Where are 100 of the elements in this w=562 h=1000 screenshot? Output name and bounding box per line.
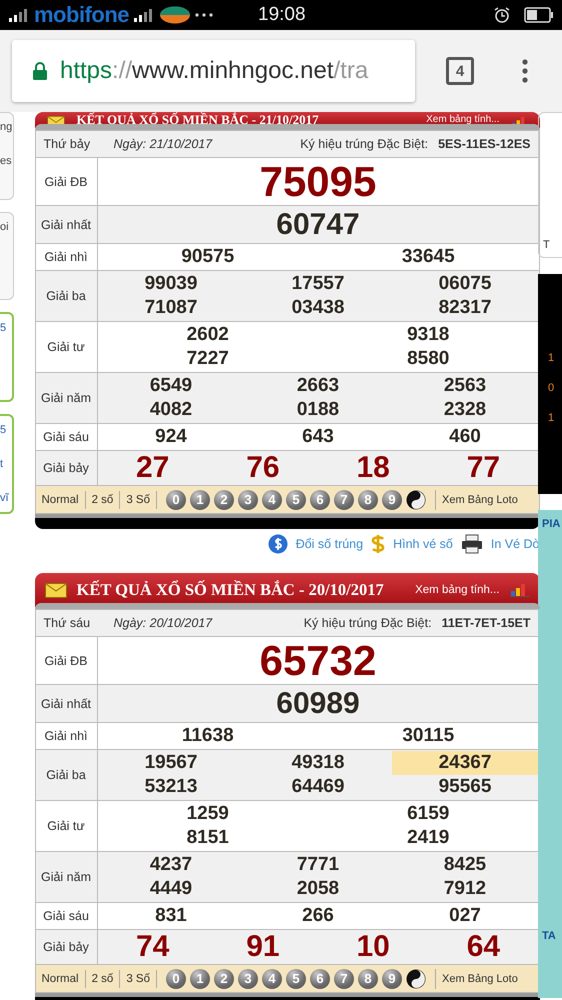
- prize-label: Giải năm: [36, 373, 98, 423]
- prize-label: Giải nhất: [36, 206, 98, 243]
- digit-ball[interactable]: 1: [190, 490, 210, 510]
- digit-ball[interactable]: 8: [358, 490, 378, 510]
- side-text: 5: [0, 322, 8, 334]
- winning-number: 4449: [148, 877, 194, 901]
- winning-number: 76: [245, 452, 281, 484]
- winning-number: 53213: [144, 775, 198, 799]
- winning-number: 71087: [144, 296, 198, 320]
- menu-icon[interactable]: [522, 59, 528, 83]
- digit-ball[interactable]: 8: [358, 968, 378, 988]
- winning-number: 831: [154, 904, 188, 928]
- digit-ball[interactable]: 5: [286, 490, 306, 510]
- digit-ball[interactable]: 3: [238, 968, 258, 988]
- winning-number: 6549: [148, 374, 194, 398]
- winning-number: 8425: [442, 853, 488, 877]
- side-text: PIA: [542, 518, 562, 530]
- side-text: 5: [0, 424, 8, 436]
- printer-icon: [460, 534, 483, 554]
- mode-tab[interactable]: 3 Số: [120, 970, 157, 988]
- winning-number: 924: [154, 425, 188, 449]
- winning-number: 7912: [442, 877, 488, 901]
- digit-ball[interactable]: 9: [382, 968, 402, 988]
- winning-number: 2419: [406, 826, 450, 850]
- winning-number: 91: [245, 931, 281, 963]
- spreadsheet-link[interactable]: Xem bảng tính...: [426, 112, 500, 128]
- special-code: 5ES-11ES-12ES: [438, 137, 530, 151]
- winning-number: 17557: [290, 272, 346, 296]
- digit-ball[interactable]: 2: [214, 968, 234, 988]
- side-text: 0: [548, 382, 556, 394]
- winning-number: 75095: [258, 159, 378, 204]
- prize-label: Giải nhì: [36, 723, 98, 749]
- winning-number: 2328: [442, 398, 488, 422]
- digit-ball[interactable]: 9: [382, 490, 402, 510]
- yin-yang-icon[interactable]: [406, 490, 426, 510]
- tab-count-button[interactable]: 4: [446, 57, 474, 85]
- digit-ball[interactable]: 0: [166, 490, 186, 510]
- winning-number: 74: [134, 931, 170, 963]
- digit-ball[interactable]: 4: [262, 490, 282, 510]
- side-text: es: [0, 155, 13, 167]
- address-bar[interactable]: https://www.minhngoc.net/tra: [12, 40, 415, 102]
- digit-ball[interactable]: 6: [310, 490, 330, 510]
- winning-number: 77: [466, 452, 502, 484]
- signal-icon: [8, 8, 30, 22]
- digit-ball[interactable]: 1: [190, 968, 210, 988]
- mode-tab[interactable]: Normal: [36, 970, 86, 988]
- spreadsheet-link[interactable]: Xem bảng tính...: [415, 584, 500, 596]
- winning-number: 0188: [296, 398, 340, 422]
- lock-icon: [32, 61, 48, 81]
- side-text: oi: [0, 221, 10, 233]
- special-code-label: Ký hiệu trúng Đặc Biệt:: [304, 616, 432, 630]
- winning-number: 06075: [438, 272, 492, 296]
- winning-number: 18: [355, 452, 391, 484]
- mode-tab[interactable]: Normal: [36, 490, 86, 508]
- winning-number: 82317: [438, 296, 492, 320]
- digit-ball[interactable]: 4: [262, 968, 282, 988]
- alarm-icon: [494, 7, 510, 23]
- digit-ball[interactable]: 6: [310, 968, 330, 988]
- results-title: KẾT QUẢ XỔ SỐ MIỀN BẮC - 20/10/2017: [76, 580, 384, 600]
- side-text: ng: [0, 121, 13, 133]
- digit-ball[interactable]: 2: [214, 490, 234, 510]
- carrier-name: mobifone: [34, 3, 129, 27]
- digit-ball[interactable]: 7: [334, 968, 354, 988]
- mode-tab[interactable]: 3 Số: [120, 490, 157, 508]
- side-text: 1: [548, 412, 556, 424]
- winning-number: 1259: [186, 802, 230, 826]
- winning-number: 60989: [275, 686, 361, 721]
- winning-number: 266: [301, 904, 335, 928]
- mode-tab[interactable]: 2 số: [86, 490, 120, 508]
- digit-ball[interactable]: 3: [238, 490, 258, 510]
- winning-number: 60747: [275, 207, 361, 242]
- winning-number: 27: [134, 452, 170, 484]
- prize-label: Giải sáu: [36, 424, 98, 450]
- winning-number: 65732: [258, 638, 378, 683]
- side-text: t: [0, 458, 4, 470]
- coin-icon: [268, 534, 288, 554]
- operator-logo-icon: [159, 6, 191, 24]
- winning-number: 49318: [290, 751, 346, 775]
- winning-number: 95565: [438, 775, 492, 799]
- loto-table-link[interactable]: Xem Bảng Loto: [436, 972, 522, 984]
- mode-tab[interactable]: 2 số: [86, 970, 120, 988]
- action-link[interactable]: Đổi số trúng: [296, 537, 364, 551]
- clock-time: 19:08: [258, 4, 306, 26]
- digit-ball[interactable]: 7: [334, 490, 354, 510]
- side-text: 1: [548, 352, 556, 364]
- winning-number: 2563: [442, 374, 488, 398]
- yin-yang-icon[interactable]: [406, 968, 426, 988]
- digit-ball[interactable]: 0: [166, 968, 186, 988]
- action-link[interactable]: Hình vé số: [393, 537, 453, 551]
- loto-table-link[interactable]: Xem Bảng Loto: [436, 494, 522, 506]
- prize-label: Giải nhất: [36, 685, 98, 722]
- winning-number: 643: [301, 425, 335, 449]
- side-text: TA: [542, 930, 557, 942]
- winning-number: 6159: [406, 802, 450, 826]
- winning-number: 8580: [406, 347, 450, 371]
- side-text: T: [543, 239, 551, 251]
- digit-ball[interactable]: 5: [286, 968, 306, 988]
- side-text: vĩ: [0, 492, 10, 504]
- prize-label: Giải ĐB: [36, 158, 98, 205]
- prize-label: Giải tư: [36, 801, 98, 851]
